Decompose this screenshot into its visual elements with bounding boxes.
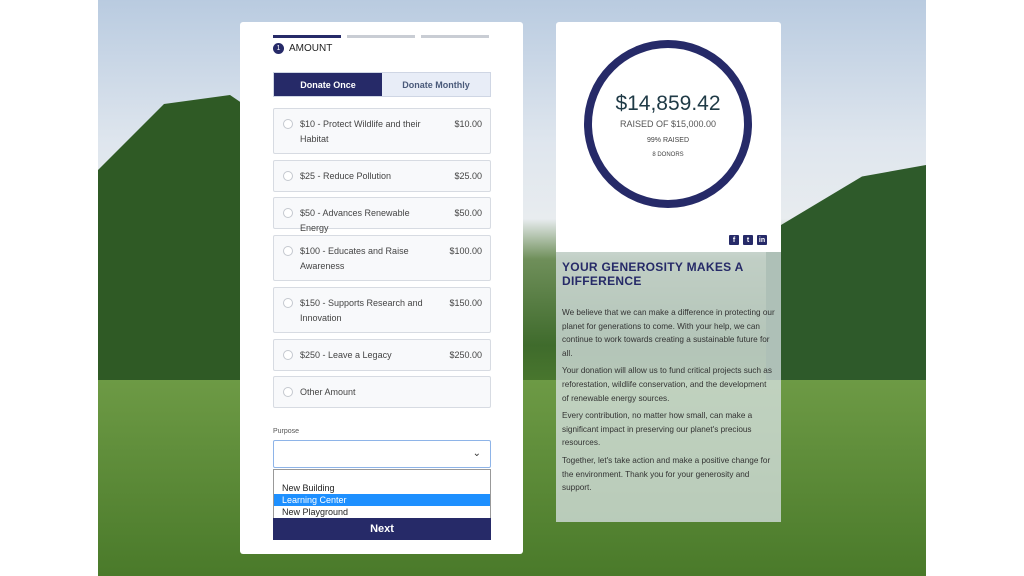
option-price: $25.00 <box>454 171 482 181</box>
radio-button[interactable] <box>283 387 293 397</box>
chevron-down-icon: ⌄ <box>472 448 481 459</box>
linkedin-icon[interactable]: in <box>757 235 767 245</box>
facebook-icon[interactable]: f <box>729 235 739 245</box>
option-label: $150 - Supports Research and Innovation <box>300 298 423 323</box>
purpose-label: Purpose <box>273 428 300 435</box>
donation-option[interactable]: $10 - Protect Wildlife and their Habitat… <box>273 108 491 154</box>
donation-form: 1 AMOUNT Donate Once Donate Monthly $10 -… <box>240 22 523 554</box>
progress-ring: $14,859.42 RAISED OF $15,000.00 99% RAIS… <box>584 40 752 208</box>
info-paragraph: We believe that we can make a difference… <box>562 308 775 358</box>
option-label: $25 - Reduce Pollution <box>300 171 392 181</box>
donate-monthly-button[interactable]: Donate Monthly <box>382 73 490 96</box>
donation-option[interactable]: $50 - Advances Renewable Energy $50.00 <box>273 197 491 233</box>
twitter-icon[interactable]: t <box>743 235 753 245</box>
info-paragraph: Your donation will allow us to fund crit… <box>562 366 772 403</box>
donation-option[interactable]: Other Amount <box>273 376 491 408</box>
step-header: 1 AMOUNT <box>273 43 332 54</box>
purpose-option[interactable]: Learning Center <box>274 494 490 506</box>
donor-count: 8 DONORS <box>652 152 684 158</box>
info-title: YOUR GENEROSITY MAKES A DIFFERENCE <box>562 260 744 288</box>
radio-button[interactable] <box>283 119 293 129</box>
purpose-option[interactable]: New Playground <box>274 506 490 518</box>
option-price: $100.00 <box>449 246 482 256</box>
step-progress <box>273 35 489 38</box>
option-label: $50 - Advances Renewable Energy <box>300 208 410 233</box>
info-paragraph: Every contribution, no matter how small,… <box>562 411 753 448</box>
option-price: $250.00 <box>449 350 482 360</box>
option-price: $150.00 <box>449 298 482 308</box>
radio-button[interactable] <box>283 298 293 308</box>
next-button[interactable]: Next <box>273 518 491 540</box>
radio-button[interactable] <box>283 246 293 256</box>
purpose-select[interactable]: ⌄ <box>273 440 491 468</box>
donate-once-button[interactable]: Donate Once <box>274 73 382 96</box>
option-label: Other Amount <box>300 387 356 397</box>
radio-button[interactable] <box>283 350 293 360</box>
purpose-option[interactable]: New Building <box>274 482 490 494</box>
goal-text: RAISED OF $15,000.00 <box>619 119 717 129</box>
step-label: AMOUNT <box>289 43 333 54</box>
purpose-dropdown: New Building Learning Center New Playgro… <box>273 469 491 519</box>
option-label: $100 - Educates and Raise Awareness <box>300 246 409 271</box>
campaign-panel: $14,859.42 RAISED OF $15,000.00 99% RAIS… <box>556 22 781 522</box>
info-paragraph: Together, let's take action and make a p… <box>562 455 771 493</box>
option-price: $10.00 <box>454 119 482 129</box>
option-price: $50.00 <box>454 208 482 218</box>
donation-option[interactable]: $25 - Reduce Pollution $25.00 <box>273 160 491 192</box>
radio-button[interactable] <box>283 171 293 181</box>
social-links: f t in <box>729 235 767 245</box>
radio-button[interactable] <box>283 208 293 218</box>
step-number: 1 <box>273 43 284 54</box>
donation-option[interactable]: $250 - Leave a Legacy $250.00 <box>273 339 491 371</box>
donation-option[interactable]: $150 - Supports Research and Innovation $… <box>273 287 491 333</box>
option-label: $250 - Leave a Legacy <box>300 350 392 360</box>
raised-amount: $14,859.42 <box>615 92 721 115</box>
donation-option[interactable]: $100 - Educates and Raise Awareness $100.… <box>273 235 491 281</box>
option-label: $10 - Protect Wildlife and their Habitat <box>300 119 421 144</box>
percent-raised: 99% RAISED <box>646 137 690 144</box>
frequency-toggle: Donate Once Donate Monthly <box>273 72 491 97</box>
